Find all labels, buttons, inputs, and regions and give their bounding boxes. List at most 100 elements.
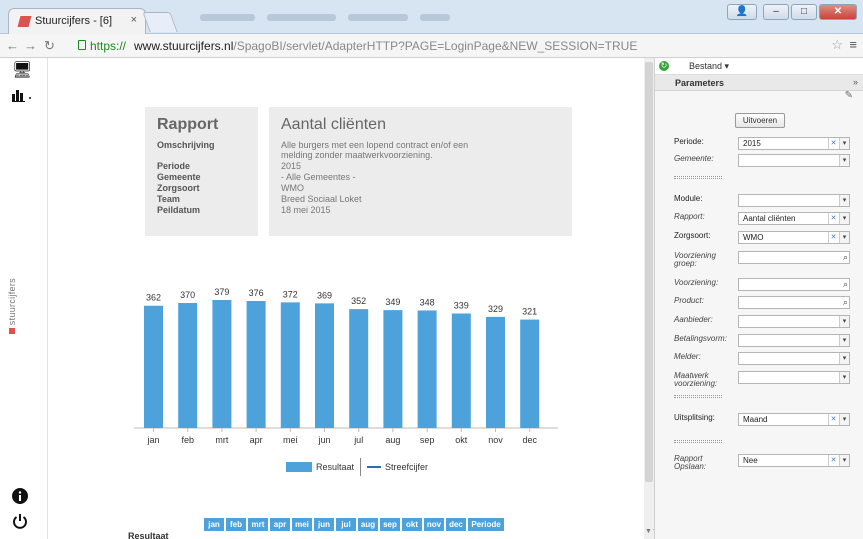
chevron-down-icon[interactable]: ▾	[839, 195, 849, 206]
scrollbar-thumb[interactable]	[645, 62, 653, 482]
bar-dec[interactable]	[520, 319, 540, 428]
bar-apr[interactable]	[246, 301, 266, 428]
user-icon[interactable]: 👤	[727, 4, 757, 20]
bar-sep[interactable]	[417, 310, 437, 428]
param-field[interactable]: 2015 ✕ ▾	[738, 137, 850, 150]
chart-menu-icon[interactable]	[12, 88, 34, 107]
clear-icon[interactable]: ✕	[828, 138, 838, 149]
chevron-down-icon[interactable]: ▾	[839, 155, 849, 166]
clear-icon[interactable]: ✕	[828, 213, 838, 224]
close-tab-icon[interactable]: ×	[131, 14, 137, 26]
param-field[interactable]: Maand ✕ ▾	[738, 413, 850, 426]
param-row: Module: ▾	[674, 194, 854, 207]
table-header-cell: jan	[204, 518, 224, 531]
search-icon[interactable]: ⌕	[843, 297, 848, 308]
param-field[interactable]: ⌕	[738, 278, 850, 291]
reload-icon[interactable]: ↻	[44, 38, 55, 54]
table-header-cell: dec	[446, 518, 466, 531]
table-header-cell: feb	[226, 518, 246, 531]
bar-feb[interactable]	[178, 303, 198, 428]
legend-separator	[360, 458, 362, 476]
x-tick-label: aug	[385, 435, 400, 445]
param-row: Aanbieder: ▾	[674, 315, 854, 328]
chevron-down-icon[interactable]: ▾	[839, 372, 849, 383]
bar-nov[interactable]	[486, 316, 505, 428]
param-field[interactable]: ⌕	[738, 296, 850, 309]
table-header-cell: okt	[402, 518, 422, 531]
search-icon[interactable]: ⌕	[843, 279, 848, 290]
forward-icon[interactable]: →	[24, 38, 37, 53]
bar-jan[interactable]	[144, 305, 163, 428]
info-icon[interactable]	[12, 488, 28, 509]
bar-jun[interactable]	[315, 303, 334, 428]
clear-icon[interactable]: ✕	[828, 414, 838, 425]
bestand-menu[interactable]: Bestand ▾	[689, 61, 729, 72]
chevron-down-icon[interactable]: ▾	[839, 232, 849, 243]
param-label: Maatwerk voorziening:	[674, 371, 718, 388]
chevron-down-icon[interactable]: ▾	[839, 138, 849, 149]
param-field[interactable]: ▾	[738, 371, 850, 384]
bookmark-star-icon[interactable]: ☆	[831, 37, 843, 53]
legend-swatch-resultaat	[286, 462, 312, 472]
bar-jul[interactable]	[349, 309, 369, 428]
url-field[interactable]: https:// www.stuurcijfers.nl/SpagoBI/ser…	[76, 37, 841, 55]
chevron-down-icon[interactable]: ▾	[839, 213, 849, 224]
browser-tab[interactable]: Stuurcijfers - [6] ×	[8, 8, 146, 34]
clear-icon[interactable]: ✕	[828, 455, 838, 466]
menu-icon[interactable]: ≡	[849, 37, 857, 52]
param-row: Zorgsoort: WMO ✕ ▾	[674, 231, 854, 244]
bar-mei[interactable]	[280, 302, 300, 428]
bar-value-label: 352	[351, 296, 366, 306]
run-button[interactable]: Uitvoeren	[735, 113, 785, 128]
collapse-icon[interactable]: »	[853, 77, 858, 87]
edit-icon[interactable]: ✎	[845, 90, 853, 101]
new-tab-button[interactable]	[142, 12, 178, 32]
refresh-icon[interactable]: ↻	[659, 61, 669, 71]
bar-value-label: 348	[420, 297, 435, 307]
result-table-header: jan feb mrt apr mei jun jul aug sep okt nov dec Peri…	[204, 518, 504, 531]
chevron-down-icon[interactable]: ▾	[839, 316, 849, 327]
param-field[interactable]: ▾	[738, 334, 850, 347]
x-tick-label: apr	[250, 435, 263, 445]
chevron-down-icon[interactable]: ▾	[839, 414, 849, 425]
param-row: Voorziening: ⌕	[674, 278, 854, 291]
x-tick-label: feb	[181, 435, 194, 445]
legend-label-streefcijfer: Streefcijfer	[385, 462, 429, 472]
table-header-cell: apr	[270, 518, 290, 531]
close-window-button[interactable]: ✕	[819, 4, 857, 20]
bar-okt[interactable]	[451, 313, 471, 428]
bar-mrt[interactable]	[212, 300, 232, 428]
param-field[interactable]: ▾	[738, 154, 850, 167]
param-label: Product:	[674, 296, 704, 305]
chevron-down-icon[interactable]: ▾	[839, 353, 849, 364]
chevron-down-icon[interactable]: ▾	[839, 455, 849, 466]
power-icon[interactable]	[12, 513, 28, 534]
param-field[interactable]: Aantal cliënten ✕ ▾	[738, 212, 850, 225]
x-tick-label: mei	[283, 435, 298, 445]
param-field[interactable]: Nee ✕ ▾	[738, 454, 850, 467]
report-scrollbar[interactable]: ▼▼	[644, 58, 659, 539]
param-field[interactable]: ▾	[738, 352, 850, 365]
param-group-divider	[674, 440, 722, 443]
minimize-button[interactable]: –	[763, 4, 789, 20]
bar-aug[interactable]	[383, 310, 403, 428]
bar-value-label: 339	[454, 301, 469, 311]
report-area: Rapport Omschrijving Periode Gemeente Zo…	[48, 58, 644, 539]
param-row: Voorziening groep: ⌕	[674, 251, 854, 268]
param-field[interactable]: ▾	[738, 315, 850, 328]
search-icon[interactable]: ⌕	[843, 252, 848, 263]
maximize-button[interactable]: □	[791, 4, 817, 20]
back-icon[interactable]: ←	[6, 38, 19, 53]
param-field[interactable]: ⌕	[738, 251, 850, 264]
monitor-icon[interactable]: 🖥	[12, 60, 32, 80]
chevron-down-icon[interactable]: ▾	[839, 335, 849, 346]
bar-value-label: 370	[180, 290, 195, 300]
param-row: Periode: 2015 ✕ ▾	[674, 137, 854, 150]
bar-value-label: 376	[249, 288, 264, 298]
param-field[interactable]: ▾	[738, 194, 850, 207]
clear-icon[interactable]: ✕	[828, 232, 838, 243]
param-field[interactable]: WMO ✕ ▾	[738, 231, 850, 244]
param-row: Rapport: Aantal cliënten ✕ ▾	[674, 212, 854, 225]
table-header-cell: nov	[424, 518, 444, 531]
param-row: Rapport Opslaan: Nee ✕ ▾	[674, 454, 854, 471]
